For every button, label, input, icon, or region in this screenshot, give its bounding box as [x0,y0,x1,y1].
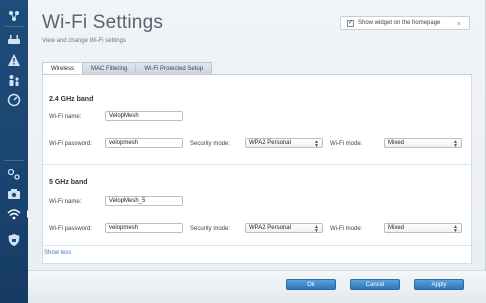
page-subtitle: View and change Wi-Fi settings [42,38,126,44]
main-panel: Wi-Fi Settings View and change Wi-Fi set… [28,0,486,303]
warning-icon[interactable] [6,52,22,68]
connectivity-icon[interactable] [6,166,22,182]
cancel-button[interactable]: Cancel [350,279,400,290]
band-24-mode-label: Wi-Fi mode: [330,141,363,147]
band-24-title: 2.4 GHz band [49,96,94,103]
band-24-password-input[interactable]: velopmesh [105,138,183,148]
band-24-security-select[interactable]: WPA2 Personal ▲ ▼ [245,138,323,149]
page-title: Wi-Fi Settings [42,12,164,33]
widget-toggle[interactable]: ✓ Show widget on the homepage × [340,16,470,30]
speed-icon[interactable] [6,92,22,108]
widget-label: Show widget on the homepage [358,20,441,26]
updown-arrow-icon: ▲ ▼ [314,224,319,234]
network-map-icon[interactable] [6,8,22,24]
band-divider [43,164,473,165]
band-5-mode-select[interactable]: Mixed ▲ ▼ [384,223,462,234]
parental-controls-icon[interactable] [6,72,22,88]
sidebar-divider [4,160,24,161]
band-24-mode-select[interactable]: Mixed ▲ ▼ [384,138,462,149]
band-5-security-value: WPA2 Personal [249,225,291,231]
sidebar [0,0,31,303]
apply-button[interactable]: Apply [414,279,464,290]
wireless-settings-panel: 2.4 GHz band Wi-Fi name: VelopMesh Wi-Fi… [42,75,473,264]
band-divider [43,245,473,246]
wifi-icon[interactable] [6,206,22,222]
band-5-title: 5 GHz band [49,179,88,186]
band-5-security-label: Security mode: [190,226,231,232]
security-shield-icon[interactable] [6,232,22,248]
band-5-mode-value: Mixed [388,225,405,231]
band-5-password-label: Wi-Fi password: [49,226,93,232]
router-icon[interactable] [6,32,22,48]
ok-button[interactable]: Ok [286,279,336,290]
widget-checkbox[interactable]: ✓ [347,19,354,27]
band-24-security-value: WPA2 Personal [249,140,291,146]
band-24-name-input[interactable]: VelopMesh [105,111,183,121]
band-5-password-input[interactable]: velopmesh [105,223,183,233]
band-24-password-label: Wi-Fi password: [49,141,93,147]
band-5-mode-label: Wi-Fi mode: [330,226,363,232]
band-5-security-select[interactable]: WPA2 Personal ▲ ▼ [245,223,323,234]
updown-arrow-icon: ▲ ▼ [314,139,319,149]
band-5-name-input[interactable]: VelopMesh_5 [105,196,183,206]
updown-arrow-icon: ▲ ▼ [453,139,458,149]
camera-icon[interactable] [6,186,22,202]
updown-arrow-icon: ▲ ▼ [453,224,458,234]
band-24-security-label: Security mode: [190,141,231,147]
band-5-name-label: Wi-Fi name: [49,199,82,205]
band-24-name-label: Wi-Fi name: [49,114,82,120]
show-less-link[interactable]: Show less [44,250,71,256]
close-icon[interactable]: × [457,21,461,28]
app-window: Wi-Fi Settings View and change Wi-Fi set… [0,0,486,303]
band-24-mode-value: Mixed [388,140,405,146]
sidebar-divider [4,26,24,27]
